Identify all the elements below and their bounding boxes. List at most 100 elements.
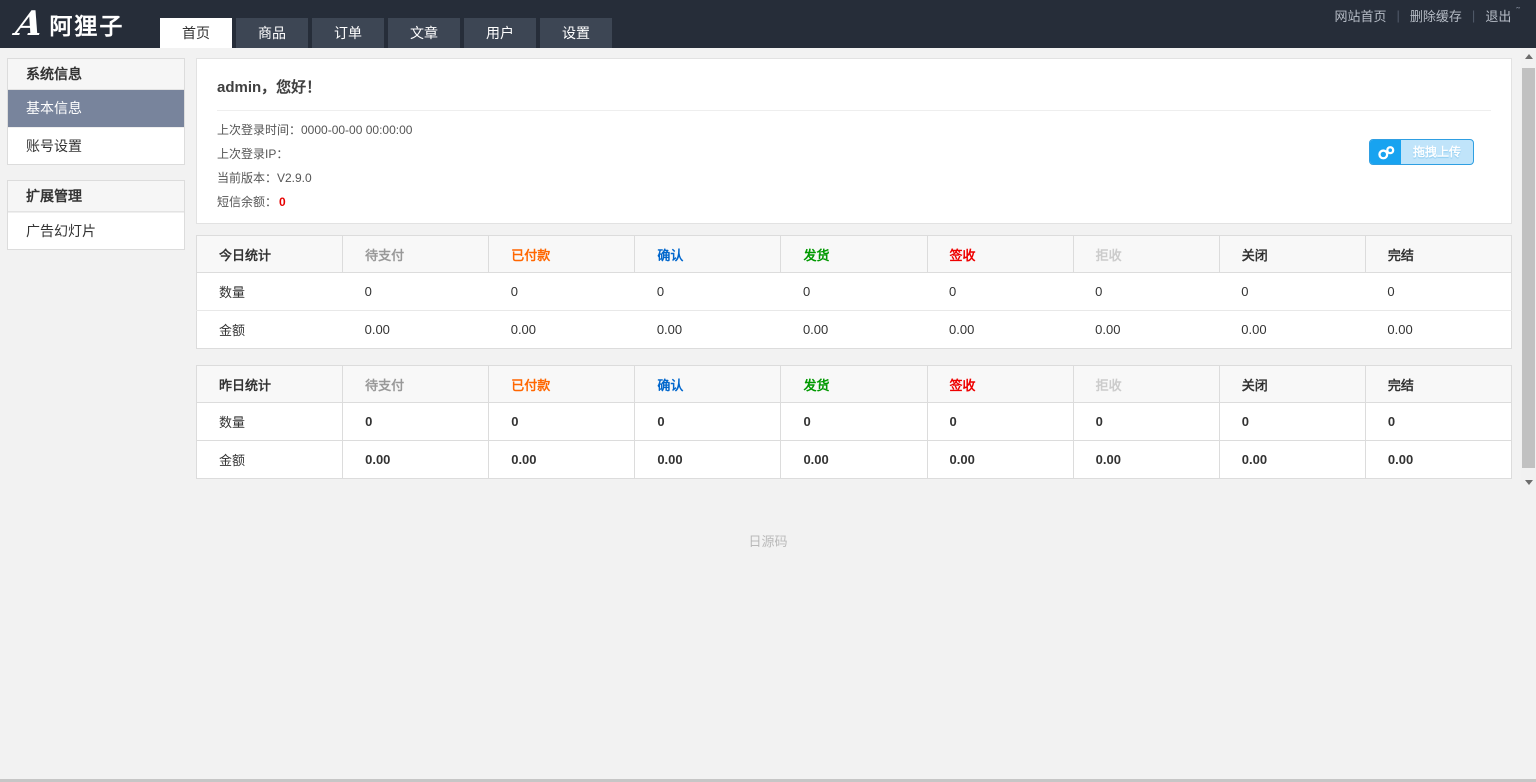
sidebar-item-account-settings[interactable]: 账号设置: [8, 127, 184, 164]
sidebar: 系统信息基本信息账号设置扩展管理广告幻灯片: [7, 58, 185, 265]
scrollbar-thumb[interactable]: [1522, 68, 1535, 468]
nav-tab-goods[interactable]: 商品: [236, 18, 308, 48]
cell-value: 0.00: [1073, 311, 1219, 349]
welcome-title: admin，您好！: [217, 59, 1491, 111]
cell-value: 0: [781, 273, 927, 311]
cell-value: 0.00: [1073, 441, 1219, 479]
column-header: 拒收: [1073, 366, 1219, 403]
cell-value: 0.00: [927, 441, 1073, 479]
nav-tabs: 首页商品订单文章用户设置: [160, 18, 612, 48]
cell-value: 0: [1219, 403, 1365, 441]
sms-balance-label: 短信余额：: [217, 195, 277, 209]
cell-value: 0.00: [489, 311, 635, 349]
link-separator: |: [1472, 8, 1475, 23]
topbar-link-site-home[interactable]: 网站首页: [1335, 6, 1387, 25]
upload-button[interactable]: 拖拽上传: [1369, 139, 1474, 165]
cell-value: 0.00: [1219, 441, 1365, 479]
topbar-link-clear-cache[interactable]: 删除缓存: [1410, 6, 1462, 25]
cell-value: 0: [927, 403, 1073, 441]
scroll-up-button[interactable]: [1521, 48, 1536, 64]
column-header: 确认: [635, 236, 781, 273]
table-title-yesterday: 昨日统计: [197, 366, 343, 403]
welcome-info: 上次登录时间：0000-00-00 00:00:00上次登录IP：当前版本：V2…: [217, 118, 1491, 190]
nav-tab-orders[interactable]: 订单: [312, 18, 384, 48]
sms-balance-value: 0: [279, 195, 286, 209]
cell-value: 0: [635, 403, 781, 441]
cell-value: 0: [489, 273, 635, 311]
cell-value: 0.00: [343, 441, 489, 479]
nav-tab-home[interactable]: 首页: [160, 18, 232, 48]
cell-value: 0: [1073, 403, 1219, 441]
table-header-row: 今日统计待支付已付款确认发货签收拒收关闭完结: [197, 236, 1512, 273]
cell-value: 0: [343, 403, 489, 441]
scroll-down-button[interactable]: [1521, 474, 1536, 490]
cell-value: 0: [1365, 273, 1511, 311]
cell-value: 0: [635, 273, 781, 311]
link-separator: |: [1397, 8, 1400, 23]
cell-value: 0.00: [927, 311, 1073, 349]
column-header: 待支付: [343, 366, 489, 403]
column-header: 待支付: [343, 236, 489, 273]
column-header: 完结: [1365, 366, 1511, 403]
table-title-today: 今日统计: [197, 236, 343, 273]
topbar-link-logout[interactable]: 退出: [1485, 6, 1511, 25]
vertical-scrollbar[interactable]: [1521, 48, 1536, 490]
cell-value: 0.00: [635, 441, 781, 479]
nav-tab-users[interactable]: 用户: [464, 18, 536, 48]
nav-tab-articles[interactable]: 文章: [388, 18, 460, 48]
row-label: 金额: [197, 441, 343, 479]
sidebar-header-extension-mgmt: 扩展管理: [8, 181, 184, 212]
column-header: 关闭: [1219, 366, 1365, 403]
column-header: 确认: [635, 366, 781, 403]
column-header: 关闭: [1219, 236, 1365, 273]
column-header: 发货: [781, 236, 927, 273]
column-header: 签收: [927, 366, 1073, 403]
cell-value: 0.00: [781, 311, 927, 349]
cell-value: 0: [1219, 273, 1365, 311]
logout-caret-icon: ˜: [1516, 6, 1520, 18]
sms-balance-line: 短信余额：0: [217, 190, 1491, 214]
sidebar-group-system-info: 系统信息基本信息账号设置: [7, 58, 185, 165]
sidebar-header-system-info: 系统信息: [8, 59, 184, 90]
row-label: 数量: [197, 273, 343, 311]
nav-tab-settings[interactable]: 设置: [540, 18, 612, 48]
table-row: 数量00000000: [197, 273, 1512, 311]
welcome-info-line: 上次登录时间：0000-00-00 00:00:00: [217, 118, 1491, 142]
sidebar-group-extension-mgmt: 扩展管理广告幻灯片: [7, 180, 185, 250]
cell-value: 0: [489, 403, 635, 441]
footer-text: 日源码: [0, 531, 1536, 550]
cell-value: 0: [1365, 403, 1511, 441]
cell-value: 0: [781, 403, 927, 441]
welcome-panel: admin，您好！ 上次登录时间：0000-00-00 00:00:00上次登录…: [196, 58, 1512, 224]
row-label: 数量: [197, 403, 343, 441]
row-label: 金额: [197, 311, 343, 349]
cell-value: 0: [1073, 273, 1219, 311]
cell-value: 0: [343, 273, 489, 311]
cell-value: 0.00: [343, 311, 489, 349]
cell-value: 0.00: [1365, 441, 1511, 479]
table-header-row: 昨日统计待支付已付款确认发货签收拒收关闭完结: [197, 366, 1512, 403]
table-row: 数量00000000: [197, 403, 1512, 441]
column-header: 签收: [927, 236, 1073, 273]
column-header: 完结: [1365, 236, 1511, 273]
welcome-info-line: 当前版本：V2.9.0: [217, 166, 1491, 190]
cell-value: 0.00: [1219, 311, 1365, 349]
sidebar-item-ad-slideshow[interactable]: 广告幻灯片: [8, 212, 184, 249]
column-header: 拒收: [1073, 236, 1219, 273]
table-row: 金额0.000.000.000.000.000.000.000.00: [197, 441, 1512, 479]
logo: A 阿狸子: [16, 0, 124, 48]
column-header: 已付款: [489, 236, 635, 273]
cell-value: 0: [927, 273, 1073, 311]
topbar-links: 网站首页 | 删除缓存 | 退出 ˜: [1335, 6, 1521, 25]
cell-value: 0.00: [1365, 311, 1511, 349]
column-header: 发货: [781, 366, 927, 403]
arrow-up-icon: [1525, 54, 1533, 59]
cell-value: 0.00: [489, 441, 635, 479]
upload-button-label: 拖拽上传: [1401, 140, 1473, 164]
cell-value: 0.00: [781, 441, 927, 479]
sidebar-item-basic-info[interactable]: 基本信息: [8, 90, 184, 127]
cloud-disk-icon: [1370, 140, 1401, 164]
main-content: admin，您好！ 上次登录时间：0000-00-00 00:00:00上次登录…: [196, 58, 1512, 479]
logo-text: 阿狸子: [49, 7, 124, 41]
yesterday-stats-table: 昨日统计待支付已付款确认发货签收拒收关闭完结数量00000000金额0.000.…: [196, 365, 1512, 479]
